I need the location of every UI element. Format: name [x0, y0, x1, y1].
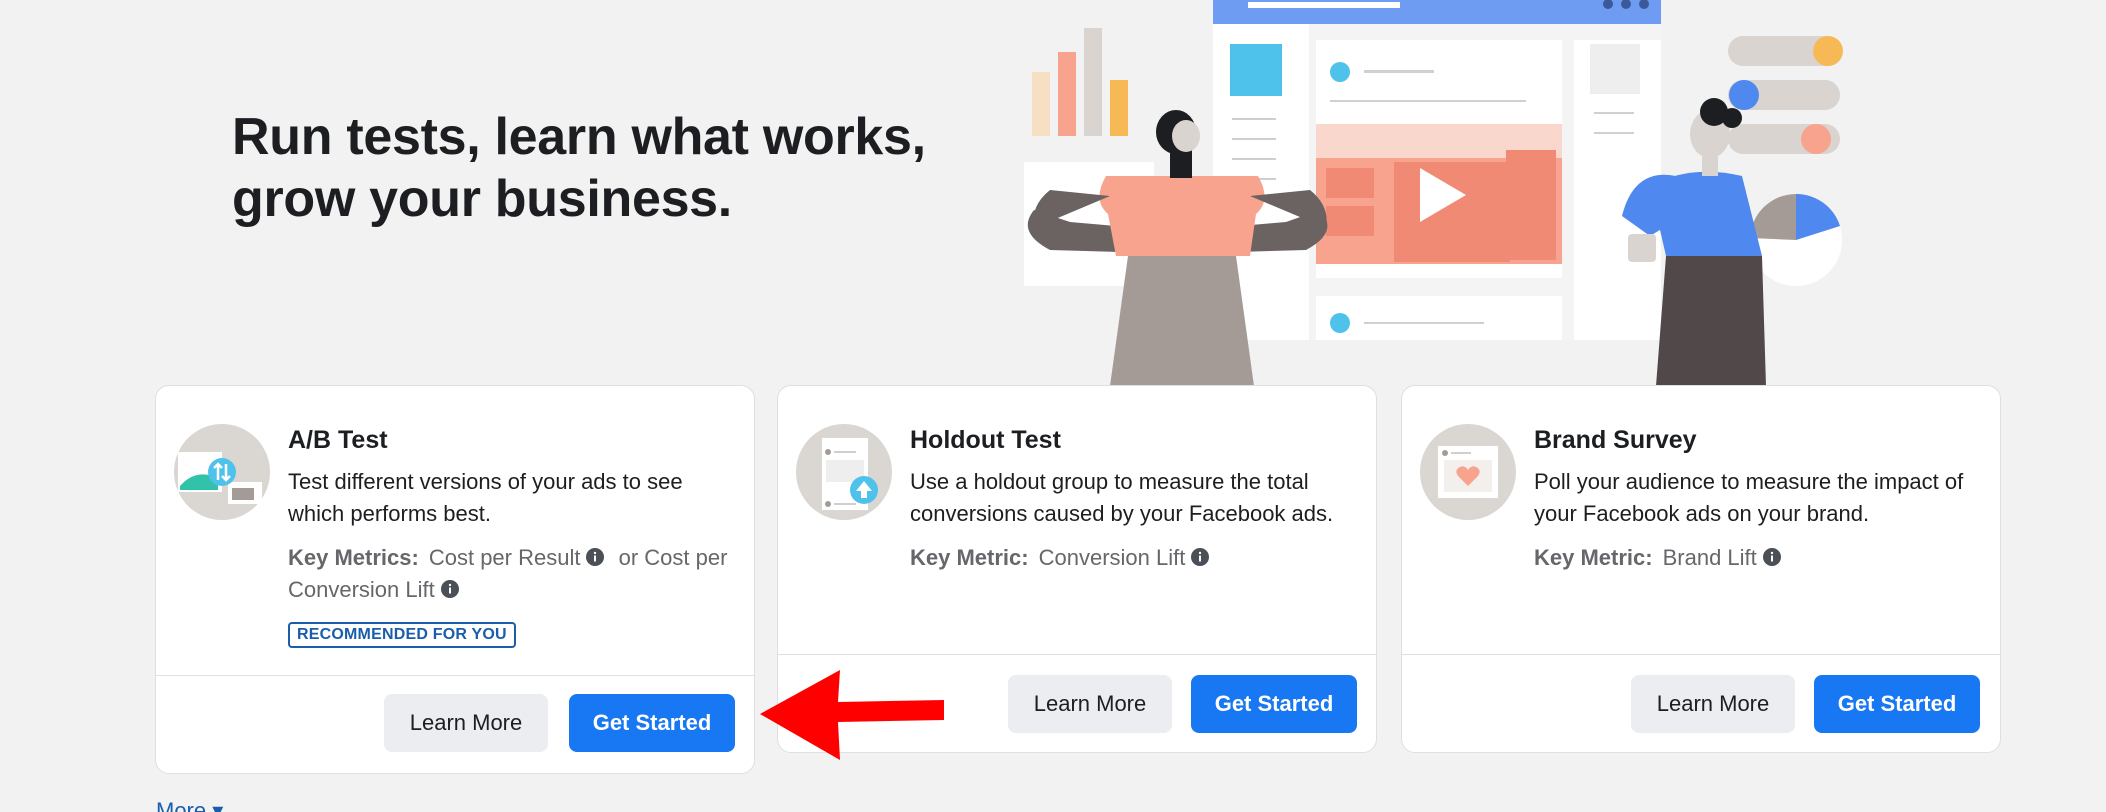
page: Run tests, learn what works, grow your b… [0, 0, 2106, 812]
info-icon[interactable] [1191, 548, 1210, 567]
info-icon[interactable] [1762, 548, 1781, 567]
card-description: Poll your audience to measure the impact… [1534, 469, 1964, 526]
headline-line-2: grow your business. [232, 170, 732, 228]
metrics-label: Key Metric: [910, 545, 1029, 570]
card-footer: Learn More Get Started [156, 675, 754, 773]
ab-test-icon [174, 424, 270, 520]
get-started-button[interactable]: Get Started [569, 694, 735, 752]
annotation-arrow [760, 670, 944, 760]
card-title: A/B Test [288, 426, 388, 454]
get-started-button[interactable]: Get Started [1814, 675, 1980, 733]
headline-line-1: Run tests, learn what works, [232, 108, 926, 166]
card-title: Holdout Test [910, 426, 1061, 454]
metric-conversion-lift: Conversion Lift [1038, 545, 1186, 570]
metric-cost-per-result: Cost per Result [428, 545, 581, 570]
recommended-badge: RECOMMENDED FOR YOU [288, 622, 516, 648]
holdout-test-icon [796, 424, 892, 520]
page-headline: Run tests, learn what works, grow your b… [232, 106, 926, 230]
brand-survey-card: Brand Survey Poll your audience to measu… [1401, 385, 2001, 753]
metric-conversion-lift: Conversion Lift [288, 577, 435, 602]
learn-more-button[interactable]: Learn More [384, 694, 548, 752]
get-started-button[interactable]: Get Started [1191, 675, 1357, 733]
metric-brand-lift: Brand Lift [1662, 545, 1757, 570]
learn-more-button[interactable]: Learn More [1631, 675, 1795, 733]
metrics-label: Key Metrics: [288, 545, 419, 570]
metric-join-text: or Cost per [618, 545, 728, 570]
card-description: Use a holdout group to measure the total… [910, 469, 1334, 526]
card-footer: Learn More Get Started [1402, 654, 2000, 752]
hero-illustration [1024, 0, 1843, 386]
card-title: Brand Survey [1534, 426, 1697, 454]
metrics-label: Key Metric: [1534, 545, 1653, 570]
card-metrics: Key Metric: Brand Lift [1534, 542, 1978, 574]
info-icon[interactable] [440, 580, 459, 599]
card-metrics: Key Metrics: Cost per Result or Cost per … [288, 542, 732, 606]
info-icon[interactable] [586, 548, 605, 567]
ab-test-card: A/B Test Test different versions of your… [155, 385, 755, 774]
card-metrics: Key Metric: Conversion Lift [910, 542, 1354, 574]
more-link[interactable]: More ▾ [156, 798, 223, 812]
card-description: Test different versions of your ads to s… [288, 469, 683, 526]
brand-survey-icon [1420, 424, 1516, 520]
learn-more-button[interactable]: Learn More [1008, 675, 1172, 733]
